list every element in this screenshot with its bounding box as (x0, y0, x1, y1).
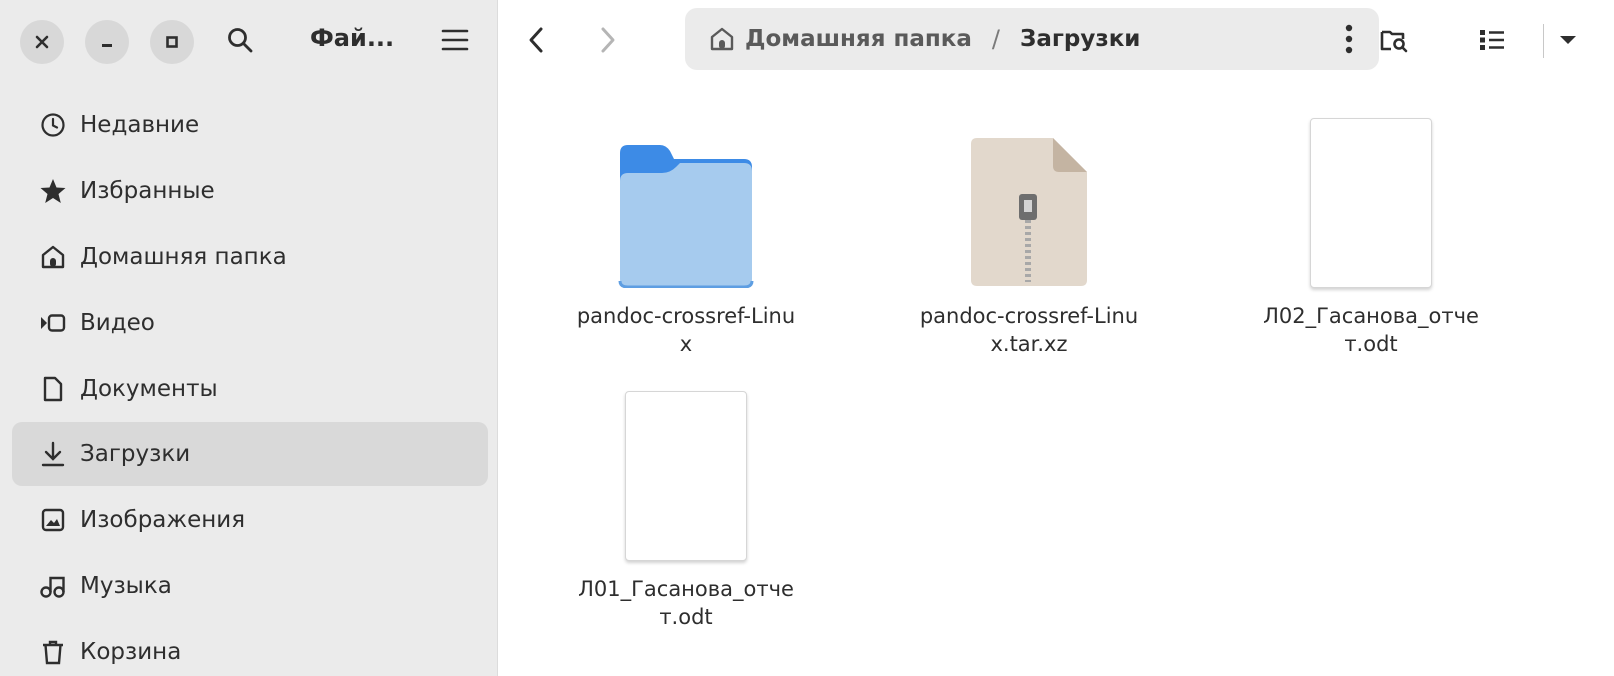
star-icon (38, 176, 68, 206)
sidebar-item-label: Музыка (80, 573, 172, 599)
chevron-left-icon (529, 27, 543, 53)
chevron-right-icon (601, 27, 615, 53)
sidebar-item-label: Документы (80, 376, 218, 402)
path-bar: Домашняя папка / Загрузки (685, 8, 1379, 70)
sidebar-item-home[interactable]: Домашняя папка (12, 225, 488, 289)
sidebar-item-music[interactable]: Музыка (12, 554, 488, 618)
file-name: pandoc-crossref-Linux (576, 304, 796, 356)
breadcrumb-home[interactable]: Домашняя папка (745, 26, 972, 52)
file-item-folder[interactable]: pandoc-crossref-Linux (556, 98, 816, 358)
sidebar-item-pictures[interactable]: Изображения (12, 488, 488, 552)
sidebar-item-label: Корзина (80, 639, 182, 665)
file-item-document[interactable]: Л01_Гасанова_отчет.odt (556, 371, 816, 631)
search-icon (228, 28, 253, 53)
file-name: Л01_Гасанова_отчет.odt (578, 577, 794, 629)
file-item-document[interactable]: Л02_Гасанова_отчет.odt (1241, 98, 1501, 358)
folder-search-icon (1380, 30, 1408, 53)
sidebar-item-downloads[interactable]: Загрузки (12, 422, 488, 486)
sidebar-item-trash[interactable]: Корзина (12, 620, 488, 676)
sidebar-item-label: Недавние (80, 112, 200, 138)
folder-icon (616, 98, 756, 288)
close-window-button[interactable] (20, 20, 64, 64)
view-options-dropdown[interactable] (1548, 18, 1588, 62)
file-manager-window: Фай... Недавние Избранные Домашняя папка… (0, 0, 1614, 676)
sidebar-item-videos[interactable]: Видео (12, 291, 488, 355)
file-name: Л02_Гасанова_отчет.odt (1263, 304, 1479, 356)
sidebar-item-label: Изображения (80, 507, 246, 533)
sidebar-item-label: Видео (80, 310, 155, 336)
app-title: Фай... (310, 24, 395, 52)
sidebar-header: Фай... (0, 0, 497, 80)
file-item-archive[interactable]: pandoc-crossref-Linux.tar.xz (899, 98, 1159, 358)
back-button[interactable] (514, 18, 558, 62)
sidebar: Фай... Недавние Избранные Домашняя папка… (0, 0, 498, 676)
clock-icon (38, 110, 68, 140)
music-icon (38, 571, 68, 601)
image-icon (38, 505, 68, 535)
document-thumbnail (1310, 98, 1432, 288)
file-name: pandoc-crossref-Linux.tar.xz (919, 304, 1139, 356)
breadcrumb-separator: / (991, 25, 1000, 53)
sidebar-item-label: Домашняя папка (80, 244, 287, 270)
minimize-window-button[interactable] (85, 20, 129, 64)
dropdown-arrow-icon (1560, 36, 1576, 44)
sidebar-item-label: Загрузки (80, 441, 191, 467)
minimize-icon (102, 44, 112, 47)
home-icon (38, 242, 68, 272)
sidebar-item-label: Избранные (80, 178, 215, 204)
hamburger-menu-icon (441, 29, 469, 51)
vertical-dots-icon (1345, 24, 1353, 54)
list-view-icon (1480, 30, 1504, 50)
document-icon (38, 374, 68, 404)
breadcrumb-current[interactable]: Загрузки (1020, 26, 1140, 52)
main-menu-button[interactable] (433, 18, 477, 62)
sidebar-item-recent[interactable]: Недавние (12, 93, 488, 157)
download-icon (38, 439, 68, 469)
archive-icon (969, 98, 1089, 288)
search-button[interactable] (218, 18, 262, 62)
sidebar-item-starred[interactable]: Избранные (12, 159, 488, 223)
sidebar-item-documents[interactable]: Документы (12, 357, 488, 421)
close-icon (35, 35, 49, 49)
main-content: Домашняя папка / Загрузки pandoc-crossre… (498, 0, 1614, 676)
maximize-window-button[interactable] (150, 20, 194, 64)
home-icon (707, 24, 737, 54)
forward-button[interactable] (586, 18, 630, 62)
trash-icon (38, 637, 68, 667)
document-thumbnail (625, 371, 747, 561)
toolbar-divider (1543, 24, 1544, 58)
video-icon (38, 308, 68, 338)
view-mode-button[interactable] (1468, 18, 1516, 62)
search-in-folder-button[interactable] (1370, 18, 1418, 62)
path-menu-button[interactable] (1329, 19, 1369, 59)
maximize-icon (166, 36, 178, 48)
